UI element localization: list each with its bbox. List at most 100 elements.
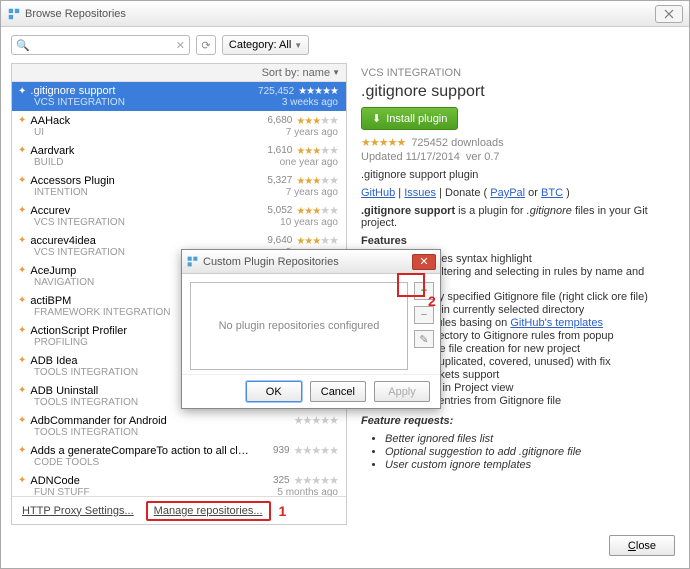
plugin-age: one year ago (280, 157, 338, 168)
search-icon: 🔍 (16, 39, 30, 52)
app-logo-icon (186, 255, 199, 268)
plugin-stars: ★★★★★ (296, 204, 338, 217)
plugin-downloads: 5,052 (252, 205, 292, 216)
plugin-row[interactable]: ✦.gitignore support725,452★★★★★VCS INTEG… (12, 82, 346, 111)
toolbar: 🔍 ✕ ⟳ Category: All ▼ (1, 27, 689, 59)
plugin-stars: ★★★★★ (298, 86, 338, 97)
annotation-2: 2 (428, 293, 436, 309)
plugin-category: CODE TOOLS (34, 457, 338, 468)
plugin-category: BUILD (34, 157, 280, 168)
cancel-button[interactable]: Cancel (310, 381, 366, 402)
updated-date: Updated 11/17/2014 (361, 151, 460, 163)
manage-repositories-button[interactable]: Manage repositories... (150, 503, 267, 519)
pencil-icon: ✎ (419, 333, 428, 346)
feature-request-item: Optional suggestion to add .gitignore fi… (385, 446, 675, 458)
plugin-downloads: 9,640 (252, 235, 292, 246)
links-line: GitHub | Issues | Donate ( PayPal or BTC… (361, 187, 675, 199)
plugin-icon: ✦ (18, 475, 26, 486)
plugin-row[interactable]: ✦ Accurev5,052 ★★★★★ VCS INTEGRATION10 year… (12, 201, 346, 231)
plugin-category: VCS INTEGRATION (34, 217, 280, 228)
window-close-button[interactable] (655, 5, 683, 23)
plugin-name: Accessors Plugin (30, 175, 252, 187)
install-button[interactable]: ⬇ Install plugin (361, 107, 458, 130)
plugin-stars: ★★★★★ (296, 174, 338, 187)
chevron-down-icon: ▼ (294, 41, 302, 50)
plugin-name: AAHack (30, 115, 252, 127)
plugin-age: 3 weeks ago (282, 97, 338, 108)
close-button[interactable]: Close (609, 535, 675, 556)
plugin-stars: ★★★★★ (296, 144, 338, 157)
window-title: Browse Repositories (25, 8, 126, 20)
plugin-stars: ★★★★★ (294, 474, 338, 487)
meta-line-1: ★★★★★ 725452 downloads (361, 136, 675, 149)
clear-icon[interactable]: ✕ (176, 39, 185, 52)
close-icon: ✕ (419, 255, 428, 268)
plugin-category: FUN STUFF (34, 487, 277, 496)
plugin-age: 5 months ago (277, 487, 338, 496)
http-proxy-button[interactable]: HTTP Proxy Settings... (18, 503, 138, 519)
feature-request-item: Better ignored files list (385, 433, 675, 445)
plugin-name: Aardvark (30, 145, 252, 157)
feature-request-item: User custom ignore templates (385, 459, 675, 471)
plugin-age: 7 years ago (286, 187, 338, 198)
ok-button[interactable]: OK (246, 381, 302, 402)
reload-icon: ⟳ (201, 39, 210, 52)
empty-text: No plugin repositories configured (219, 320, 380, 332)
gh-templates-link[interactable]: GitHub's templates (510, 317, 603, 329)
edit-repo-button[interactable]: ✎ (414, 330, 434, 348)
features-heading: Features (361, 235, 675, 247)
plugin-stars: ★★★★★ (296, 114, 338, 127)
plugin-row[interactable]: ✦ADNCode325★★★★★FUN STUFF5 months ago (12, 471, 346, 496)
detail-title: .gitignore support (361, 83, 675, 101)
plugin-icon: ✦ (18, 235, 26, 246)
plugin-name: ADNCode (30, 475, 249, 487)
plugin-name: Accurev (30, 205, 252, 217)
plugin-icon: ✦ (18, 445, 26, 456)
apply-button[interactable]: Apply (374, 381, 430, 402)
feature-requests-list: Better ignored files listOptional sugges… (385, 433, 675, 471)
plugin-stars: ★★★★★ (296, 234, 338, 247)
intro-line: .gitignore support is a plugin for .giti… (361, 205, 675, 229)
category-dropdown[interactable]: Category: All ▼ (222, 35, 309, 55)
dialog-close-button[interactable]: ✕ (412, 254, 436, 270)
github-link[interactable]: GitHub (361, 187, 395, 199)
annotation-rect-1: Manage repositories... (146, 501, 271, 521)
plugin-icon: ✦ (18, 295, 26, 306)
plugin-row[interactable]: ✦AAHack6,680★★★★★UI7 years ago (12, 111, 346, 141)
plugin-downloads: 5,327 (252, 175, 292, 186)
reload-button[interactable]: ⟳ (196, 35, 216, 55)
plugin-age: 7 years ago (286, 127, 338, 138)
plugin-age: 10 years ago (280, 217, 338, 228)
plugin-row[interactable]: ✦ Aardvark1,610 ★★★★★ BUILDone year ago (12, 141, 346, 171)
plugin-icon: ✦ (18, 175, 26, 186)
dialog-footer: Close (609, 535, 675, 556)
plugin-row[interactable]: ✦ Accessors Plugin5,327 ★★★★★ INTENTION7 ye… (12, 171, 346, 201)
meta-line-2: Updated 11/17/2014 ver 0.7 (361, 151, 675, 163)
repos-list[interactable]: No plugin repositories configured (190, 282, 408, 370)
plugin-category: INTENTION (34, 187, 286, 198)
plugin-downloads: 1,610 (252, 145, 292, 156)
sort-bar[interactable]: Sort by: name ▼ (12, 64, 346, 82)
annotation-1: 1 (279, 503, 287, 519)
sort-arrow-icon: ▼ (332, 68, 340, 77)
download-icon: ⬇ (372, 112, 381, 125)
plugin-downloads: 6,680 (252, 115, 292, 126)
dialog-title: Custom Plugin Repositories (203, 256, 339, 268)
plugin-row[interactable]: ✦AdbCommander for Android★★★★★TOOLS INTE… (12, 411, 346, 441)
btc-link[interactable]: BTC (541, 187, 563, 199)
app-logo-icon (7, 7, 21, 21)
search-input[interactable] (30, 39, 176, 51)
rating-stars: ★★★★★ (361, 136, 405, 149)
issues-link[interactable]: Issues (404, 187, 436, 199)
plugin-row[interactable]: ✦Adds a generateCompareTo action to all … (12, 441, 346, 471)
dialog-titlebar: Custom Plugin Repositories ✕ (182, 250, 440, 274)
plugin-icon: ✦ (18, 385, 26, 396)
plugin-icon: ✦ (18, 145, 26, 156)
plugin-icon: ✦ (18, 355, 26, 366)
paypal-link[interactable]: PayPal (490, 187, 525, 199)
plugin-icon: ✦ (18, 205, 26, 216)
detail-category: VCS INTEGRATION (361, 67, 675, 79)
install-label: Install plugin (386, 113, 447, 125)
dialog-button-bar: OK Cancel Apply (182, 374, 440, 408)
search-field[interactable]: 🔍 ✕ (11, 35, 190, 55)
